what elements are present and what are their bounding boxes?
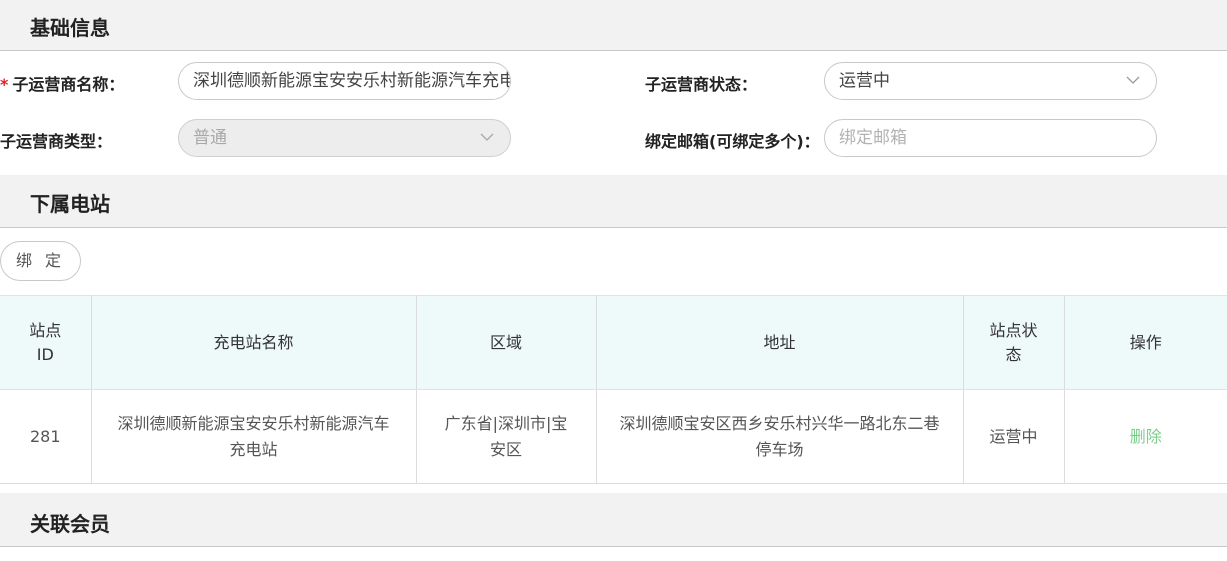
header-station-name: 充电站名称 [91,295,417,390]
header-address: 地址 [596,295,964,390]
bind-button[interactable]: 绑 定 [0,241,81,281]
cell-station-id: 281 [0,389,92,484]
table-header-row: 站点ID 充电站名称 区域 地址 站点状态 操作 [0,295,1227,390]
cell-action: 删除 [1064,389,1227,484]
sub-operator-name-input[interactable]: 深圳德顺新能源宝安安乐村新能源汽车充电站 [178,62,511,100]
header-action: 操作 [1064,295,1227,390]
cell-station-status: 运营中 [963,389,1065,484]
sub-operator-name-label: * 子运营商名称： [0,71,124,95]
sub-operator-status-select[interactable]: 运营中 [824,62,1157,100]
sub-operator-name-value: 深圳德顺新能源宝安安乐村新能源汽车充电站 [193,71,511,91]
table-row: 281 深圳德顺新能源宝安安乐村新能源汽车充电站 广东省|深圳市|宝安区 深圳德… [0,389,1227,484]
bind-email-input[interactable]: 绑定邮箱 [824,119,1157,157]
bind-email-placeholder: 绑定邮箱 [839,128,907,148]
bind-email-label: 绑定邮箱(可绑定多个)： [645,132,820,151]
delete-link[interactable]: 删除 [1130,427,1162,446]
sub-operator-type-select[interactable]: 普通 [178,119,511,157]
linked-members-title: 关联会员 [30,512,110,536]
sub-operator-type-label: 子运营商类型： [0,132,113,151]
sub-operator-status-value: 运营中 [839,71,890,91]
chevron-down-icon [1126,76,1140,84]
header-station-id: 站点ID [0,295,92,390]
header-region: 区域 [416,295,597,390]
sub-operator-type-value: 普通 [193,128,227,148]
required-mark: * [0,75,9,94]
sub-operator-name-label-text: 子运营商名称： [12,75,125,94]
basic-info-section-header: 基础信息 [0,0,1227,51]
chevron-down-icon [480,133,494,141]
linked-members-section-header: 关联会员 [0,493,1227,547]
sub-stations-title: 下属电站 [30,192,110,216]
basic-info-title: 基础信息 [30,16,110,40]
header-station-status: 站点状态 [963,295,1065,390]
sub-operator-status-label: 子运营商状态： [645,75,758,94]
cell-region: 广东省|深圳市|宝安区 [416,389,597,484]
cell-station-name: 深圳德顺新能源宝安安乐村新能源汽车充电站 [91,389,417,484]
cell-address: 深圳德顺宝安区西乡安乐村兴华一路北东二巷停车场 [596,389,964,484]
stations-table: 站点ID 充电站名称 区域 地址 站点状态 操作 281 深圳德顺新能源宝安安乐… [0,295,1227,484]
sub-stations-section-header: 下属电站 [0,175,1227,228]
